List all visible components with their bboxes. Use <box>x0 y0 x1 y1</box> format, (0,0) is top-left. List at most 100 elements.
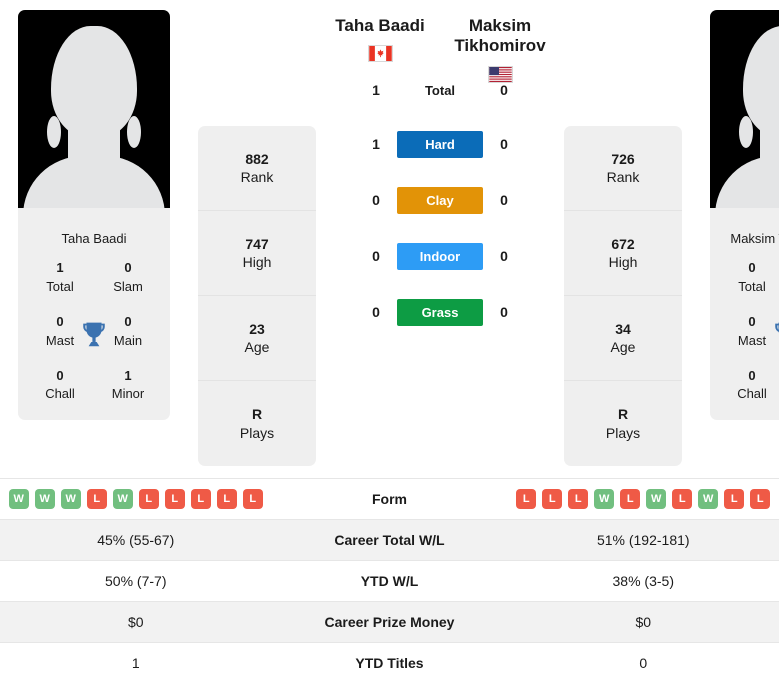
titles-row-3: 0 Chall 0 Minor <box>718 367 779 405</box>
left-value: 0 <box>372 192 380 208</box>
left-titles-grid: 1 Total 0 Slam 0 Mast 0 Main 0 Chall 1 M… <box>18 249 170 420</box>
titles-row-3: 0 Chall 1 Minor <box>26 367 162 405</box>
form-badge-l[interactable]: L <box>164 489 185 509</box>
right-value: $0 <box>507 601 779 643</box>
value: 0 <box>124 260 132 276</box>
label: Minor <box>111 386 145 402</box>
left-value: 45% (55-67) <box>0 519 272 561</box>
left-player-card-name: Taha Baadi <box>61 231 127 246</box>
label: Age <box>610 339 636 355</box>
surface-label-total: Total <box>424 82 456 98</box>
form-badge-w[interactable]: W <box>698 489 719 509</box>
left-stat-plays: R Plays <box>198 381 316 466</box>
surface-label-clay[interactable]: Clay <box>397 186 483 214</box>
form-badge-l[interactable]: L <box>724 489 745 509</box>
left-form-strip: WWWLWLLLLL <box>8 489 264 509</box>
table-row: $0 Career Prize Money $0 <box>0 601 779 643</box>
label: Total <box>738 279 766 295</box>
label: Age <box>244 339 270 355</box>
form-badge-w[interactable]: W <box>112 489 133 509</box>
right-titles-total: 0 Total <box>724 259 779 297</box>
row-label: YTD Titles <box>271 642 508 684</box>
left-stat-age: 23 Age <box>198 296 316 381</box>
form-badge-w[interactable]: W <box>60 489 81 509</box>
form-badge-l[interactable]: L <box>242 489 263 509</box>
left-player-name: Taha Baadi <box>335 16 425 35</box>
value: 0 <box>124 313 132 329</box>
label: Mast <box>737 332 767 348</box>
form-badge-l[interactable]: L <box>542 489 563 509</box>
form-badge-l[interactable]: L <box>620 489 641 509</box>
surface-label-grass[interactable]: Grass <box>397 298 483 326</box>
surface-row-grass: 0 Grass 0 <box>320 284 560 340</box>
surface-comparison-column: Taha Baadi Maksim Tikhomirov 1 Total 0 1… <box>316 10 564 340</box>
surface-label-hard[interactable]: Hard <box>397 130 483 158</box>
photo-bottom-strip <box>18 208 170 222</box>
row-label-form: Form <box>271 478 508 520</box>
right-titles-chall: 0 Chall <box>724 367 779 405</box>
right-stat-high: 672 High <box>564 211 682 296</box>
right-form-cell: LLLWLWLWLL <box>507 478 779 520</box>
label: Total <box>46 279 74 295</box>
form-badge-w[interactable]: W <box>594 489 615 509</box>
value: 1 <box>124 367 132 383</box>
trophy-icon <box>775 322 779 333</box>
left-value: 1 <box>0 642 272 684</box>
row-label: Career Total W/L <box>271 519 508 561</box>
form-badge-l[interactable]: L <box>216 489 237 509</box>
right-player-card[interactable]: Maksim Tikhomirov 0 Total 0 Slam <box>710 10 779 421</box>
form-badge-w[interactable]: W <box>34 489 55 509</box>
surface-row-total: 1 Total 0 <box>320 64 560 116</box>
right-value: 51% (192-181) <box>507 519 779 561</box>
value: 0 <box>748 313 756 329</box>
player-names-row: Taha Baadi Maksim Tikhomirov <box>320 10 560 83</box>
right-value: 38% (3-5) <box>507 560 779 602</box>
surface-row-clay: 0 Clay 0 <box>320 172 560 228</box>
right-titles-grid: 0 Total 0 Slam 0 Mast 0 Main <box>710 249 779 420</box>
right-stat-rank: 726 Rank <box>564 126 682 211</box>
avatar-ear-left <box>47 116 61 148</box>
value: 747 <box>245 235 269 252</box>
left-titles-total: 1 Total <box>32 259 88 297</box>
form-badge-l[interactable]: L <box>138 489 159 509</box>
left-titles-chall: 0 Chall <box>32 367 88 405</box>
avatar-ear-right <box>127 116 141 148</box>
form-badge-w[interactable]: W <box>646 489 667 509</box>
head-to-head-stats-table: WWWLWLLLLL Form LLLWLWLWLL 45% (55-67) C… <box>0 478 779 684</box>
surface-label-indoor[interactable]: Indoor <box>397 242 483 270</box>
left-value: 1 <box>372 136 380 152</box>
form-badge-w[interactable]: W <box>8 489 29 509</box>
form-badge-l[interactable]: L <box>86 489 107 509</box>
right-player-name: Maksim Tikhomirov <box>454 16 546 56</box>
right-titles-mast: 0 Mast <box>724 313 779 351</box>
left-stat-high: 747 High <box>198 211 316 296</box>
right-stat-age: 34 Age <box>564 296 682 381</box>
value: R <box>251 406 263 423</box>
value: 23 <box>249 320 265 337</box>
titles-row-1: 1 Total 0 Slam <box>26 259 162 297</box>
left-titles-main: 0 Main <box>100 313 156 351</box>
label: Main <box>113 332 143 348</box>
label: High <box>608 254 638 270</box>
canada-flag-icon <box>367 45 393 63</box>
value: 0 <box>748 367 756 383</box>
form-badge-l[interactable]: L <box>750 489 771 509</box>
left-value: 0 <box>372 304 380 320</box>
form-badge-l[interactable]: L <box>672 489 693 509</box>
table-row: 45% (55-67) Career Total W/L 51% (192-18… <box>0 519 779 561</box>
right-value: 0 <box>507 642 779 684</box>
row-label: Career Prize Money <box>271 601 508 643</box>
form-badge-l[interactable]: L <box>516 489 537 509</box>
left-stat-rank: 882 Rank <box>198 126 316 211</box>
value: 0 <box>748 260 756 276</box>
left-titles-slam: 0 Slam <box>100 259 156 297</box>
left-player-card[interactable]: Taha Baadi 1 Total 0 Slam 0 Mast 0 Main … <box>18 10 170 421</box>
form-badge-l[interactable]: L <box>190 489 211 509</box>
right-value: 0 <box>500 136 508 152</box>
right-player-photo <box>710 10 779 222</box>
form-badge-l[interactable]: L <box>568 489 589 509</box>
left-player-photo <box>18 10 170 222</box>
left-value: 0 <box>372 248 380 264</box>
label: Rank <box>240 169 274 185</box>
label: High <box>242 254 272 270</box>
